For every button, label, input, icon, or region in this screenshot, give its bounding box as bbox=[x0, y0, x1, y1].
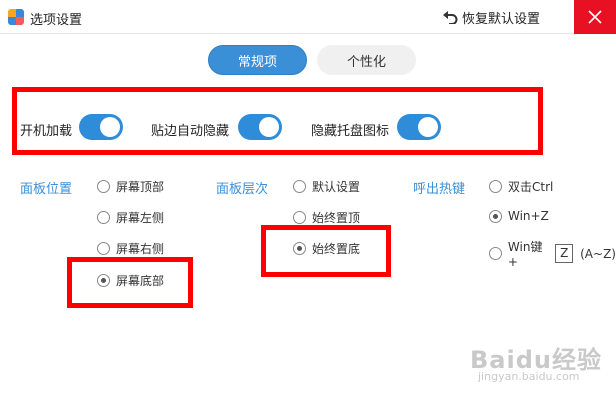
hotkey-key-input[interactable]: Z bbox=[555, 244, 574, 263]
toggle-label-hide-tray: 隐藏托盘图标 bbox=[311, 124, 390, 139]
tab-general-label: 常规项 bbox=[237, 54, 277, 70]
radio-hotkey-win-custom[interactable]: Win键+ Z (A~Z) bbox=[489, 238, 616, 269]
radio-label: 屏幕右侧 bbox=[116, 242, 165, 256]
close-icon bbox=[588, 10, 602, 24]
radio-label: 始终置顶 bbox=[312, 211, 361, 225]
toggle-auto-hide[interactable] bbox=[238, 114, 282, 140]
radio-label: 屏幕左侧 bbox=[116, 211, 165, 225]
radio-screen-right[interactable]: 屏幕右侧 bbox=[97, 240, 164, 257]
toggle-startup[interactable] bbox=[79, 114, 123, 140]
radio-screen-bottom[interactable]: 屏幕底部 bbox=[97, 272, 164, 289]
app-icon bbox=[8, 9, 24, 25]
radio-label: 屏幕顶部 bbox=[116, 180, 165, 194]
radio-label: Win+Z bbox=[508, 209, 549, 223]
radio-indicator bbox=[489, 209, 502, 223]
radio-screen-left[interactable]: 屏幕左侧 bbox=[97, 209, 164, 226]
radio-indicator bbox=[293, 180, 306, 193]
tab-general[interactable]: 常规项 bbox=[208, 45, 307, 75]
radio-indicator bbox=[489, 180, 502, 193]
tab-personalize-label: 个性化 bbox=[346, 54, 386, 70]
radio-indicator bbox=[97, 274, 110, 287]
radio-indicator bbox=[489, 247, 502, 260]
radio-label: 始终置底 bbox=[312, 242, 361, 256]
toggle-label-startup: 开机加载 bbox=[20, 124, 73, 139]
radio-layer-always-bottom[interactable]: 始终置底 bbox=[293, 240, 360, 257]
radio-indicator bbox=[293, 211, 306, 224]
radio-layer-default[interactable]: 默认设置 bbox=[293, 178, 360, 195]
title-bar: 选项设置 恢复默认设置 bbox=[0, 0, 616, 34]
radio-hotkey-win-z[interactable]: Win+Z bbox=[489, 209, 549, 223]
radio-indicator bbox=[97, 180, 110, 193]
radio-indicator bbox=[97, 211, 110, 224]
radio-indicator bbox=[97, 242, 110, 255]
restore-defaults-label: 恢复默认设置 bbox=[462, 11, 541, 27]
hotkey-range-label: (A~Z) bbox=[580, 246, 616, 261]
radio-label: 双击Ctrl bbox=[508, 180, 554, 194]
tab-personalize[interactable]: 个性化 bbox=[317, 45, 416, 75]
toggle-hide-tray[interactable] bbox=[397, 114, 441, 140]
radio-indicator bbox=[293, 242, 306, 255]
radio-label: 屏幕底部 bbox=[116, 274, 165, 288]
watermark: Baidu经验 jingyan.baidu.com bbox=[470, 340, 602, 383]
section-title-panel-layer: 面板层次 bbox=[216, 182, 269, 197]
restore-defaults-button[interactable]: 恢复默认设置 bbox=[442, 7, 540, 27]
section-title-panel-position: 面板位置 bbox=[20, 182, 73, 197]
radio-hotkey-double-ctrl[interactable]: 双击Ctrl bbox=[489, 178, 553, 195]
radio-label: 默认设置 bbox=[312, 180, 361, 194]
close-button[interactable] bbox=[574, 0, 616, 34]
radio-layer-always-top[interactable]: 始终置顶 bbox=[293, 209, 360, 226]
undo-icon bbox=[443, 11, 458, 24]
watermark-sub: jingyan.baidu.com bbox=[478, 370, 580, 383]
toggle-label-auto-hide: 贴边自动隐藏 bbox=[151, 124, 230, 139]
section-title-hotkey: 呼出热键 bbox=[413, 182, 466, 197]
radio-label: Win键+ bbox=[507, 240, 543, 269]
radio-screen-top[interactable]: 屏幕顶部 bbox=[97, 178, 164, 195]
window-title: 选项设置 bbox=[30, 13, 83, 28]
